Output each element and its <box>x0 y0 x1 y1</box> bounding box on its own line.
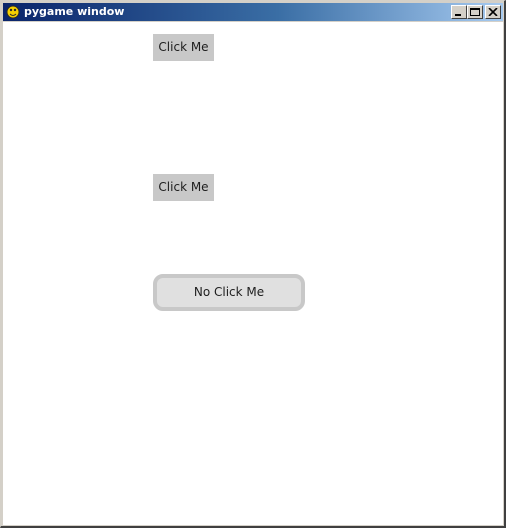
close-button[interactable] <box>485 5 501 19</box>
maximize-icon <box>470 8 480 16</box>
minimize-button[interactable] <box>451 5 467 19</box>
close-icon <box>488 8 498 16</box>
no-click-me-button[interactable]: No Click Me <box>153 274 305 311</box>
title-bar[interactable]: pygame window <box>3 3 503 21</box>
pygame-window: pygame window Click Me Click Me No Click… <box>0 0 506 528</box>
click-me-button-1[interactable]: Click Me <box>153 34 214 61</box>
click-me-button-2[interactable]: Click Me <box>153 174 214 201</box>
window-title: pygame window <box>24 5 125 18</box>
pygame-snake-icon <box>5 4 21 20</box>
maximize-button[interactable] <box>467 5 483 19</box>
minimize-icon <box>455 14 461 16</box>
canvas-area: Click Me Click Me No Click Me <box>3 22 503 525</box>
